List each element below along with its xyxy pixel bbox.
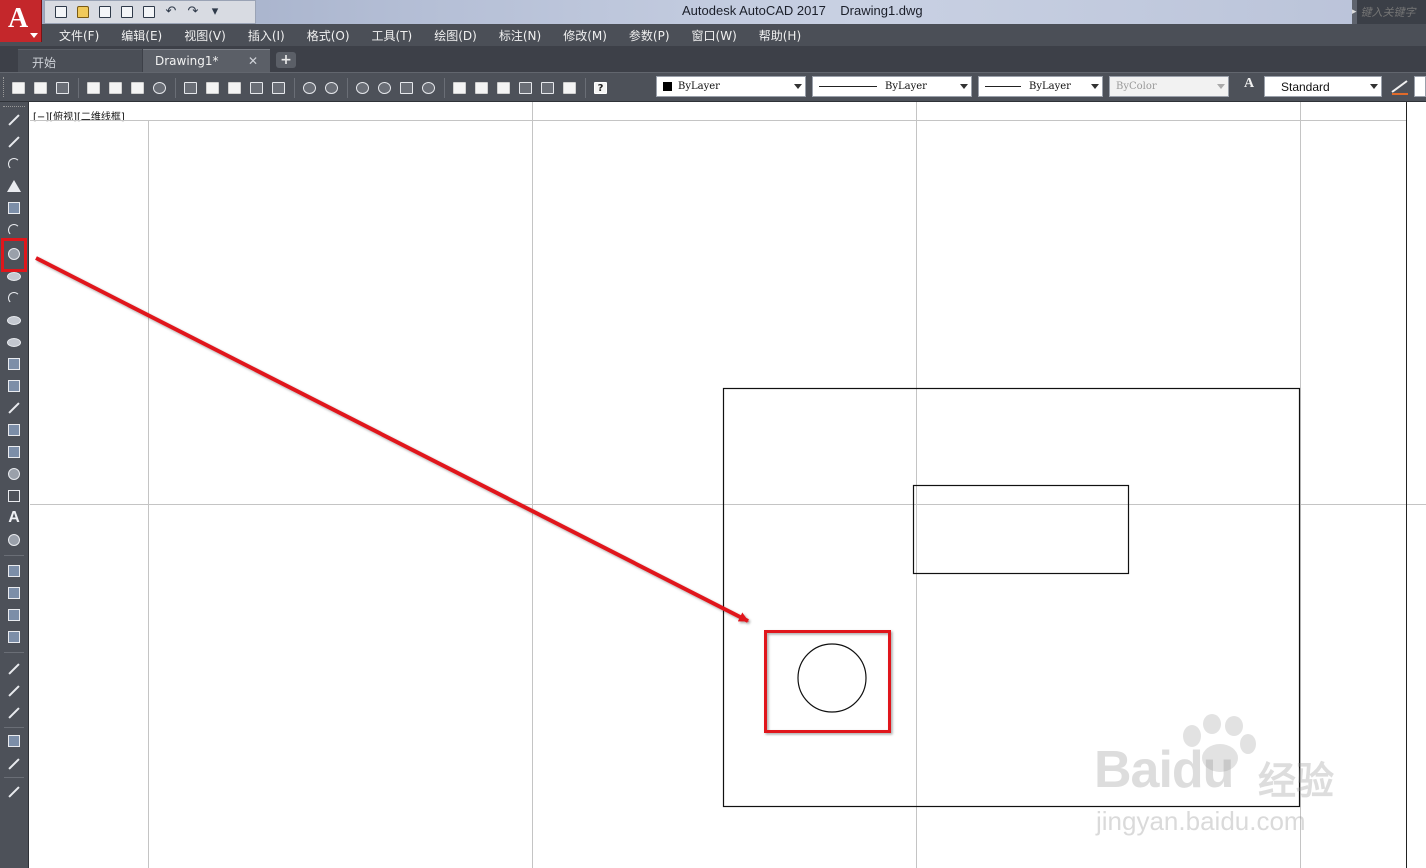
- annotation-arrow: [35, 256, 749, 623]
- watermark-jingyan-text: 经验: [1258, 759, 1335, 803]
- circle-highlight-box: [764, 630, 891, 733]
- autocad-logo-icon: A: [8, 3, 29, 34]
- autocad-window: ↶ ↷ ▾ Autodesk AutoCAD 2017 Drawing1.dwg…: [0, 0, 1426, 868]
- application-menu-button[interactable]: A: [0, 0, 42, 42]
- drawn-circle[interactable]: [797, 643, 867, 713]
- watermark-brand-text: Baidu: [1094, 741, 1234, 799]
- inner-rectangle[interactable]: [912, 484, 1130, 575]
- caret-down-icon: [30, 33, 38, 38]
- watermark-domain-text: jingyan.baidu.com: [1096, 806, 1306, 836]
